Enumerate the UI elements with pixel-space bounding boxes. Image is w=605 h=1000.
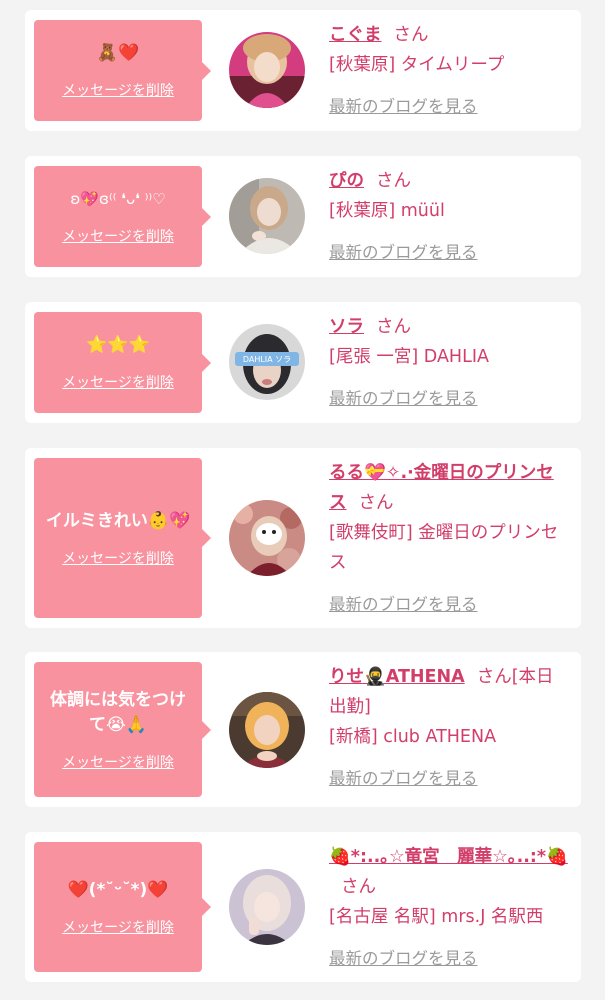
shop-name: [秋葉原] タイムリープ xyxy=(329,55,505,75)
avatar[interactable] xyxy=(229,32,305,108)
list-item: ❤️(*˘ᵕ˘*)❤️ メッセージを削除 🍓*:..｡☆竜宮 麗華☆｡..:*🍓… xyxy=(25,832,581,982)
avatar[interactable] xyxy=(229,692,305,768)
message-text: 体調には気をつけて😭🙏 xyxy=(50,689,186,735)
latest-blog-link[interactable]: 最新のブログを見る xyxy=(329,764,478,794)
honorific: さん xyxy=(393,25,429,45)
message-bubble: ❤️(*˘ᵕ˘*)❤️ メッセージを削除 xyxy=(34,842,211,972)
shop-name: [歌舞伎町] 金曜日のプリンセス xyxy=(329,523,559,573)
honorific: さん xyxy=(358,493,394,513)
delete-message-link[interactable]: メッセージを削除 xyxy=(62,80,174,100)
cast-name-link[interactable]: こぐま xyxy=(329,25,382,45)
honorific: さん xyxy=(341,877,376,897)
info: こぐま さん [秋葉原] タイムリープ 最新のブログを見る xyxy=(329,20,569,122)
delete-message-link[interactable]: メッセージを削除 xyxy=(62,752,174,772)
message-bubble: 体調には気をつけて😭🙏 メッセージを削除 xyxy=(34,662,211,797)
list-item: イルミきれい👶💖 メッセージを削除 るる💝✧.·金曜日のプリンセス さん [歌舞伎… xyxy=(25,448,581,628)
info: りせ🥷ATHENA さん[本日出勤] [新橋] club ATHENA 最新のブロ… xyxy=(329,662,569,794)
delete-message-link[interactable]: メッセージを削除 xyxy=(62,226,174,246)
honorific: さん xyxy=(376,317,411,337)
cast-name-link[interactable]: 🍓*:..｡☆竜宮 麗華☆｡..:*🍓 xyxy=(329,847,568,867)
delete-message-link[interactable]: メッセージを削除 xyxy=(62,917,174,937)
message-list: 🧸❤️ メッセージを削除 こぐま さん [秋葉原] タイムリープ 最新のブログを見… xyxy=(0,0,605,1000)
info: ソラ さん [尾張 一宮] DAHLIA 最新のブログを見る xyxy=(329,312,569,414)
cast-name-link[interactable]: ぴの xyxy=(329,171,364,191)
cast-name-link[interactable]: りせ🥷ATHENA xyxy=(329,667,465,687)
honorific: さん xyxy=(376,171,411,191)
cast-name-link[interactable]: ソラ xyxy=(329,317,364,337)
shop-name: [尾張 一宮] DAHLIA xyxy=(329,347,489,367)
latest-blog-link[interactable]: 最新のブログを見る xyxy=(329,384,478,414)
avatar[interactable]: DAHLIA ソラ xyxy=(229,324,305,400)
avatar[interactable] xyxy=(229,869,305,945)
message-bubble: 🧸❤️ メッセージを削除 xyxy=(34,20,211,121)
message-text: イルミきれい👶💖 xyxy=(45,510,191,531)
avatar[interactable] xyxy=(229,178,305,254)
latest-blog-link[interactable]: 最新のブログを見る xyxy=(329,944,478,974)
message-bubble: イルミきれい👶💖 メッセージを削除 xyxy=(34,458,211,618)
shop-name: [新橋] club ATHENA xyxy=(329,727,497,747)
avatar[interactable] xyxy=(229,500,305,576)
info: ぴの さん [秋葉原] müül 最新のブログを見る xyxy=(329,166,569,268)
latest-blog-link[interactable]: 最新のブログを見る xyxy=(329,238,478,268)
message-text: ❤️(*˘ᵕ˘*)❤️ xyxy=(67,879,169,900)
info: 🍓*:..｡☆竜宮 麗華☆｡..:*🍓 さん [名古屋 名駅] mrs.J 名駅西… xyxy=(329,842,569,974)
latest-blog-link[interactable]: 最新のブログを見る xyxy=(329,590,478,620)
delete-message-link[interactable]: メッセージを削除 xyxy=(62,372,174,392)
list-item: ⭐⭐⭐ メッセージを削除 DAHLIA ソラ ソラ さん [尾張 一宮] DAHL… xyxy=(25,302,581,423)
message-bubble: ⭐⭐⭐ メッセージを削除 xyxy=(34,312,211,413)
list-item: ʚ💖ɞ⁽⁽ ❛ᴗ❛ ⁾⁾♡ メッセージを削除 ぴの さん [秋葉原] müül 最… xyxy=(25,156,581,277)
shop-name: [名古屋 名駅] mrs.J 名駅西 xyxy=(329,907,544,927)
delete-message-link[interactable]: メッセージを削除 xyxy=(62,548,174,568)
shop-name: [秋葉原] müül xyxy=(329,201,445,221)
message-bubble: ʚ💖ɞ⁽⁽ ❛ᴗ❛ ⁾⁾♡ メッセージを削除 xyxy=(34,166,211,267)
message-text: 🧸❤️ xyxy=(96,43,140,63)
list-item: 🧸❤️ メッセージを削除 こぐま さん [秋葉原] タイムリープ 最新のブログを見… xyxy=(25,10,581,131)
avatar-badge-text: DAHLIA ソラ xyxy=(243,355,291,364)
message-text: ⭐⭐⭐ xyxy=(86,335,150,355)
latest-blog-link[interactable]: 最新のブログを見る xyxy=(329,92,478,122)
message-text: ʚ💖ɞ⁽⁽ ❛ᴗ❛ ⁾⁾♡ xyxy=(70,190,166,208)
info: るる💝✧.·金曜日のプリンセス さん [歌舞伎町] 金曜日のプリンセス 最新のブロ… xyxy=(329,458,569,620)
list-item: 体調には気をつけて😭🙏 メッセージを削除 りせ🥷ATHENA さん[本日出勤] [… xyxy=(25,652,581,807)
